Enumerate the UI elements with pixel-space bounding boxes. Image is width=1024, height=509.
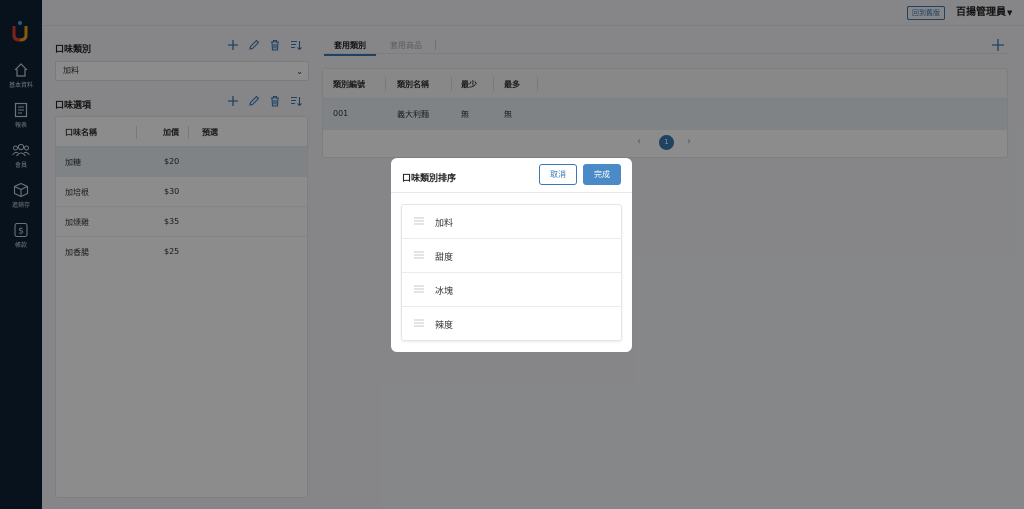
drag-handle-icon[interactable] [414,217,424,225]
sortable-list: 加料 甜度 冰塊 辣度 [401,204,622,341]
sortable-item-label: 冰塊 [435,287,454,297]
sortable-item-label: 甜度 [435,253,454,263]
sortable-item[interactable]: 辣度 [402,307,621,341]
done-button[interactable]: 完成 [583,164,621,185]
sortable-item[interactable]: 甜度 [402,239,621,273]
cancel-button[interactable]: 取消 [539,164,577,185]
sortable-item-label: 加料 [435,219,454,229]
sort-category-modal: 口味類別排序 取消 完成 加料 甜度 冰塊 辣度 [391,158,632,352]
sortable-item-label: 辣度 [435,321,454,331]
drag-handle-icon[interactable] [414,319,424,327]
drag-handle-icon[interactable] [414,285,424,293]
drag-handle-icon[interactable] [414,251,424,259]
modal-title: 口味類別排序 [402,174,457,184]
divider [391,192,632,193]
sortable-item[interactable]: 加料 [402,205,621,239]
sortable-item[interactable]: 冰塊 [402,273,621,307]
